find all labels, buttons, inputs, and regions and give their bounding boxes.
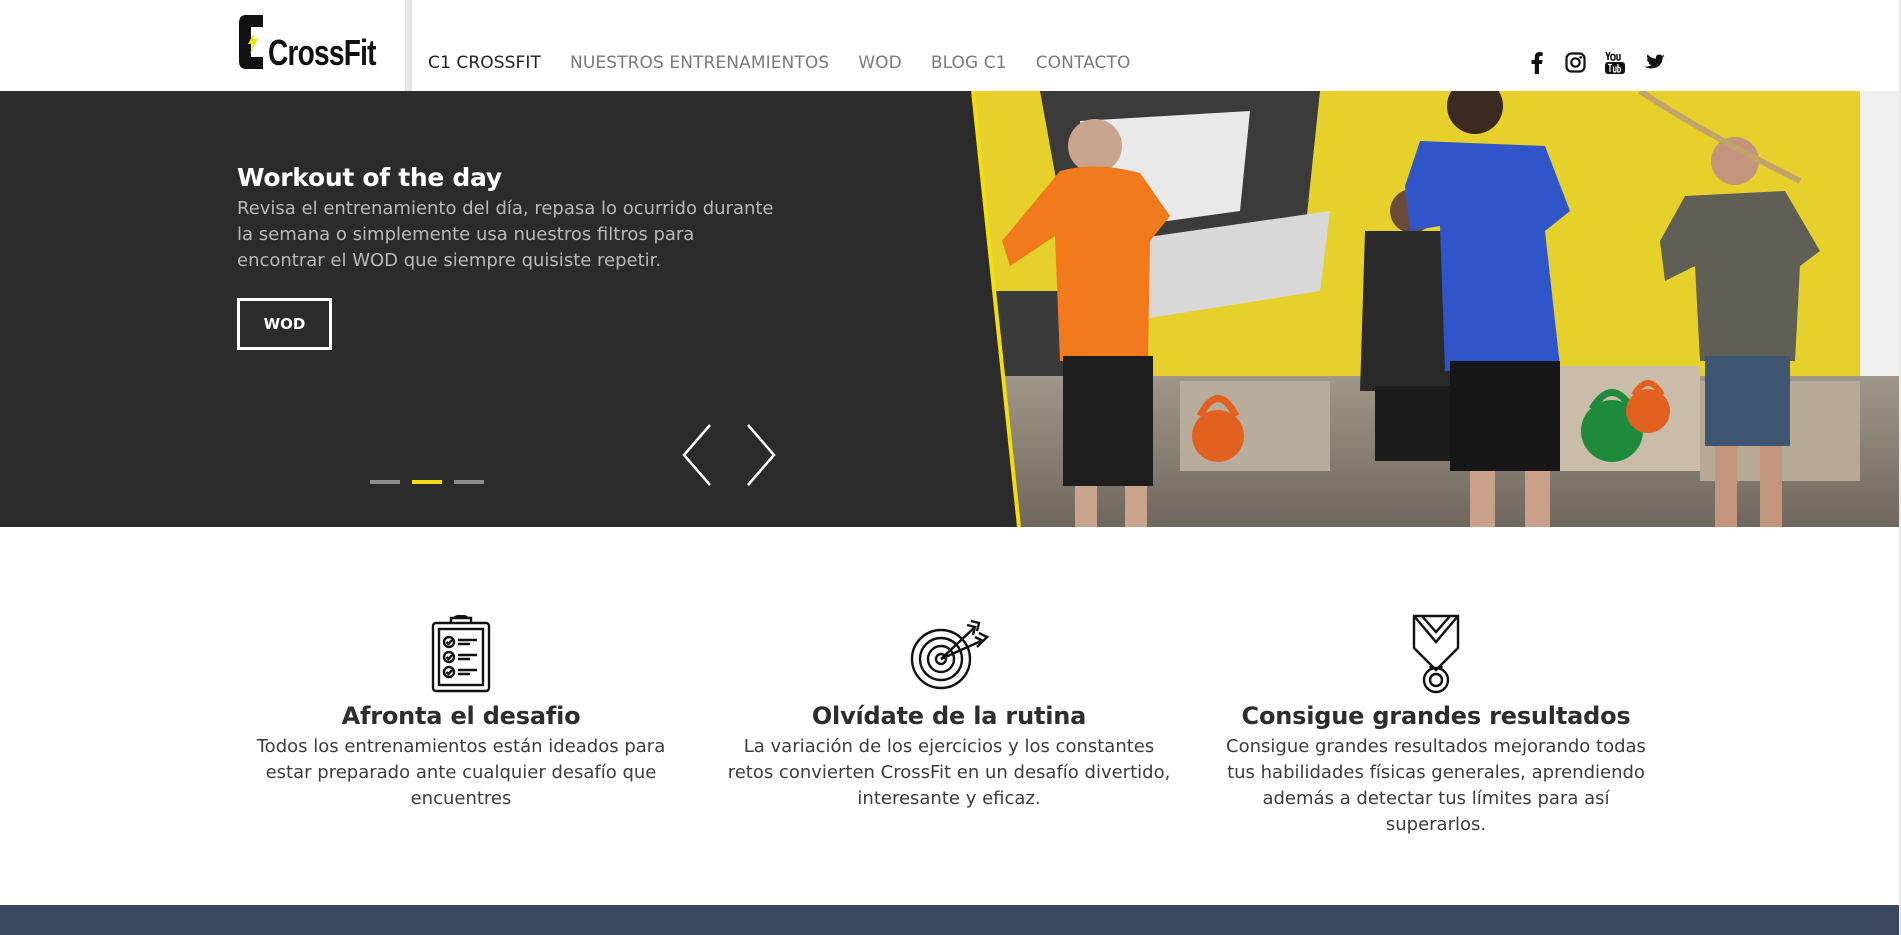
logo-c-mark-icon [236,11,266,73]
hero-content: Workout of the day Revisa el entrenamien… [237,163,797,274]
hero-description: Revisa el entrenamiento del día, repasa … [237,198,774,271]
feature-card: Afronta el desafio Todos los entrenamien… [236,614,686,812]
nav-item-nuestros-entrenamientos[interactable]: NUESTROS ENTRENAMIENTOS [570,53,829,73]
feature-card: Olvídate de la rutina La variación de lo… [724,614,1174,812]
social-links [1524,50,1666,75]
features-section: Afronta el desafio Todos los entrenamien… [0,527,1901,905]
feature-title: Olvídate de la rutina [811,702,1087,730]
logo-wordmark: CrossFit [268,32,376,73]
feature-text: Todos los entrenamientos están ideados p… [256,736,666,809]
logo[interactable]: CrossFit [236,11,406,73]
slider-dot-3[interactable] [454,480,484,484]
hero-slider: Workout of the day Revisa el entrenamien… [0,91,1901,527]
feature-text: Consigue grandes resultados mejorando to… [1226,736,1646,835]
feature-card: Consigue grandes resultados Consigue gra… [1211,614,1661,838]
twitter-icon[interactable] [1641,50,1666,75]
slider-dot-1[interactable] [370,480,400,484]
nav-item-wod[interactable]: WOD [858,53,902,73]
instagram-icon[interactable] [1563,50,1588,75]
slider-pagination [370,480,484,484]
youtube-icon[interactable] [1602,50,1627,75]
slider-next-arrow-icon[interactable] [744,423,778,487]
feature-title: Afronta el desafio [341,702,581,730]
nav-item-c1-crossfit[interactable]: C1 CROSSFIT [428,53,541,73]
main-nav: C1 CROSSFIT NUESTROS ENTRENAMIENTOS WOD … [428,53,1131,73]
feature-title: Consigue grandes resultados [1241,702,1631,730]
feature-text: La variación de los ejercicios y los con… [727,736,1171,809]
slider-dot-2[interactable] [412,480,442,484]
header-divider [405,0,412,91]
slider-prev-arrow-icon[interactable] [680,423,714,487]
medal-icon [1211,614,1661,694]
facebook-icon[interactable] [1524,50,1549,75]
clipboard-checklist-icon [236,614,686,694]
nav-item-contacto[interactable]: CONTACTO [1036,53,1131,73]
wod-button[interactable]: WOD [237,298,332,350]
nav-item-blog[interactable]: BLOG C1 [931,53,1007,73]
hero-title: Workout of the day [237,163,502,192]
target-arrows-icon [724,614,1174,694]
site-header: CrossFit C1 CROSSFIT NUESTROS ENTRENAMIE… [0,0,1901,91]
footer-band [0,905,1901,935]
